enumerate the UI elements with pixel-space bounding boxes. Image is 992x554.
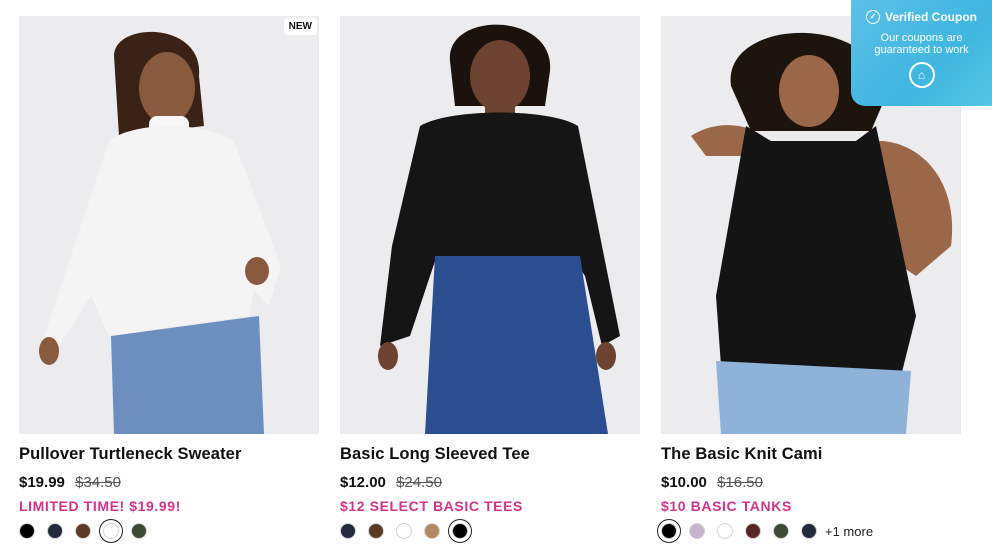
color-swatch[interactable]: [801, 523, 817, 539]
color-swatch[interactable]: [452, 523, 468, 539]
price-row: $19.99 $34.50: [19, 474, 319, 491]
product-card[interactable]: Basic Long Sleeved Tee $12.00 $24.50 $12…: [340, 16, 640, 539]
original-price: $24.50: [396, 474, 442, 491]
promo-text: $12 SELECT BASIC TEES: [340, 498, 523, 514]
sale-price: $10.00: [661, 474, 707, 491]
product-image[interactable]: [340, 16, 640, 434]
color-swatch[interactable]: [47, 523, 63, 539]
product-title[interactable]: Basic Long Sleeved Tee: [340, 445, 640, 464]
color-swatch[interactable]: [103, 523, 119, 539]
color-swatch[interactable]: [396, 523, 412, 539]
verified-coupon-widget[interactable]: ✓ Verified Coupon Our coupons are guaran…: [851, 0, 992, 106]
check-icon: ✓: [865, 10, 880, 24]
coupon-logo-icon[interactable]: ⌂: [908, 62, 935, 88]
new-badge: NEW: [283, 18, 317, 35]
color-swatch[interactable]: [661, 523, 677, 539]
promo-text: LIMITED TIME! $19.99!: [19, 498, 181, 514]
coupon-title: Verified Coupon: [884, 10, 977, 24]
color-swatch[interactable]: [717, 523, 733, 539]
color-swatches: +1 more: [661, 523, 961, 539]
price-row: $12.00 $24.50: [340, 474, 640, 491]
product-image[interactable]: NEW: [19, 16, 319, 434]
color-swatch[interactable]: [689, 523, 705, 539]
price-row: $10.00 $16.50: [661, 474, 961, 491]
promo-text: $10 BASIC TANKS: [661, 498, 792, 514]
coupon-subtitle: Our coupons are guaranteed to work: [874, 32, 969, 56]
color-swatches: [19, 523, 319, 539]
product-title[interactable]: The Basic Knit Cami: [661, 445, 961, 464]
color-swatches: [340, 523, 640, 539]
original-price: $16.50: [717, 474, 763, 491]
color-swatch[interactable]: [773, 523, 789, 539]
color-swatch[interactable]: [368, 523, 384, 539]
color-swatch[interactable]: [340, 523, 356, 539]
color-swatch[interactable]: [424, 523, 440, 539]
product-card[interactable]: NEW Pullover Turtleneck Sweater $19.99 $…: [19, 16, 319, 539]
coupon-header: ✓ Verified Coupon: [851, 10, 992, 24]
more-colors-link[interactable]: +1 more: [825, 524, 873, 539]
color-swatch[interactable]: [19, 523, 35, 539]
color-swatch[interactable]: [131, 523, 147, 539]
color-swatch[interactable]: [75, 523, 91, 539]
sale-price: $19.99: [19, 474, 65, 491]
original-price: $34.50: [75, 474, 121, 491]
product-title[interactable]: Pullover Turtleneck Sweater: [19, 445, 319, 464]
color-swatch[interactable]: [745, 523, 761, 539]
sale-price: $12.00: [340, 474, 386, 491]
